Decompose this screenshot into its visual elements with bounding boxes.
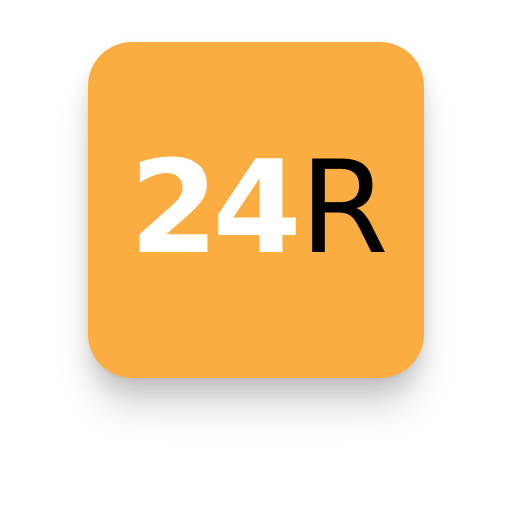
app-icon[interactable]: 24 R [88, 42, 424, 378]
logo-wordmark: 24 R [129, 134, 389, 283]
icon-canvas: 24 R [0, 0, 512, 512]
logo-letter: R [299, 134, 389, 283]
logo-number: 24 [129, 134, 301, 283]
